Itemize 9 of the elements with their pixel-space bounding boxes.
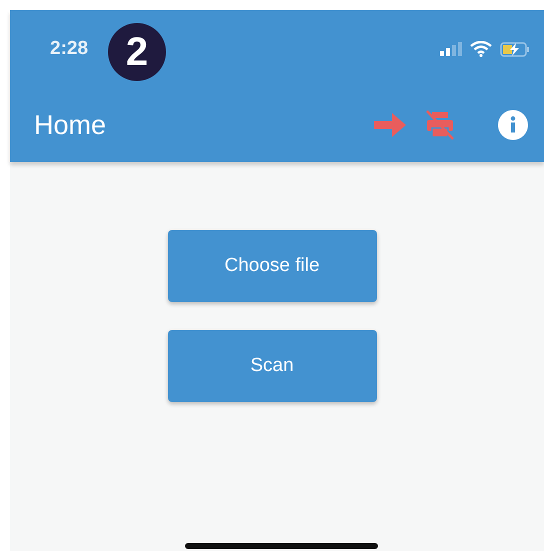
arrow-icon [374, 113, 406, 137]
battery-charging-icon [500, 42, 530, 56]
step-number-callout: 2 [108, 23, 166, 81]
action-button[interactable]: Scan [168, 330, 376, 402]
status-time: 2:28 [50, 38, 90, 60]
action-button[interactable]: Choose file [168, 230, 376, 302]
page-title: Home [34, 110, 106, 140]
wifi-icon [470, 41, 492, 57]
signal-icon [440, 42, 462, 56]
